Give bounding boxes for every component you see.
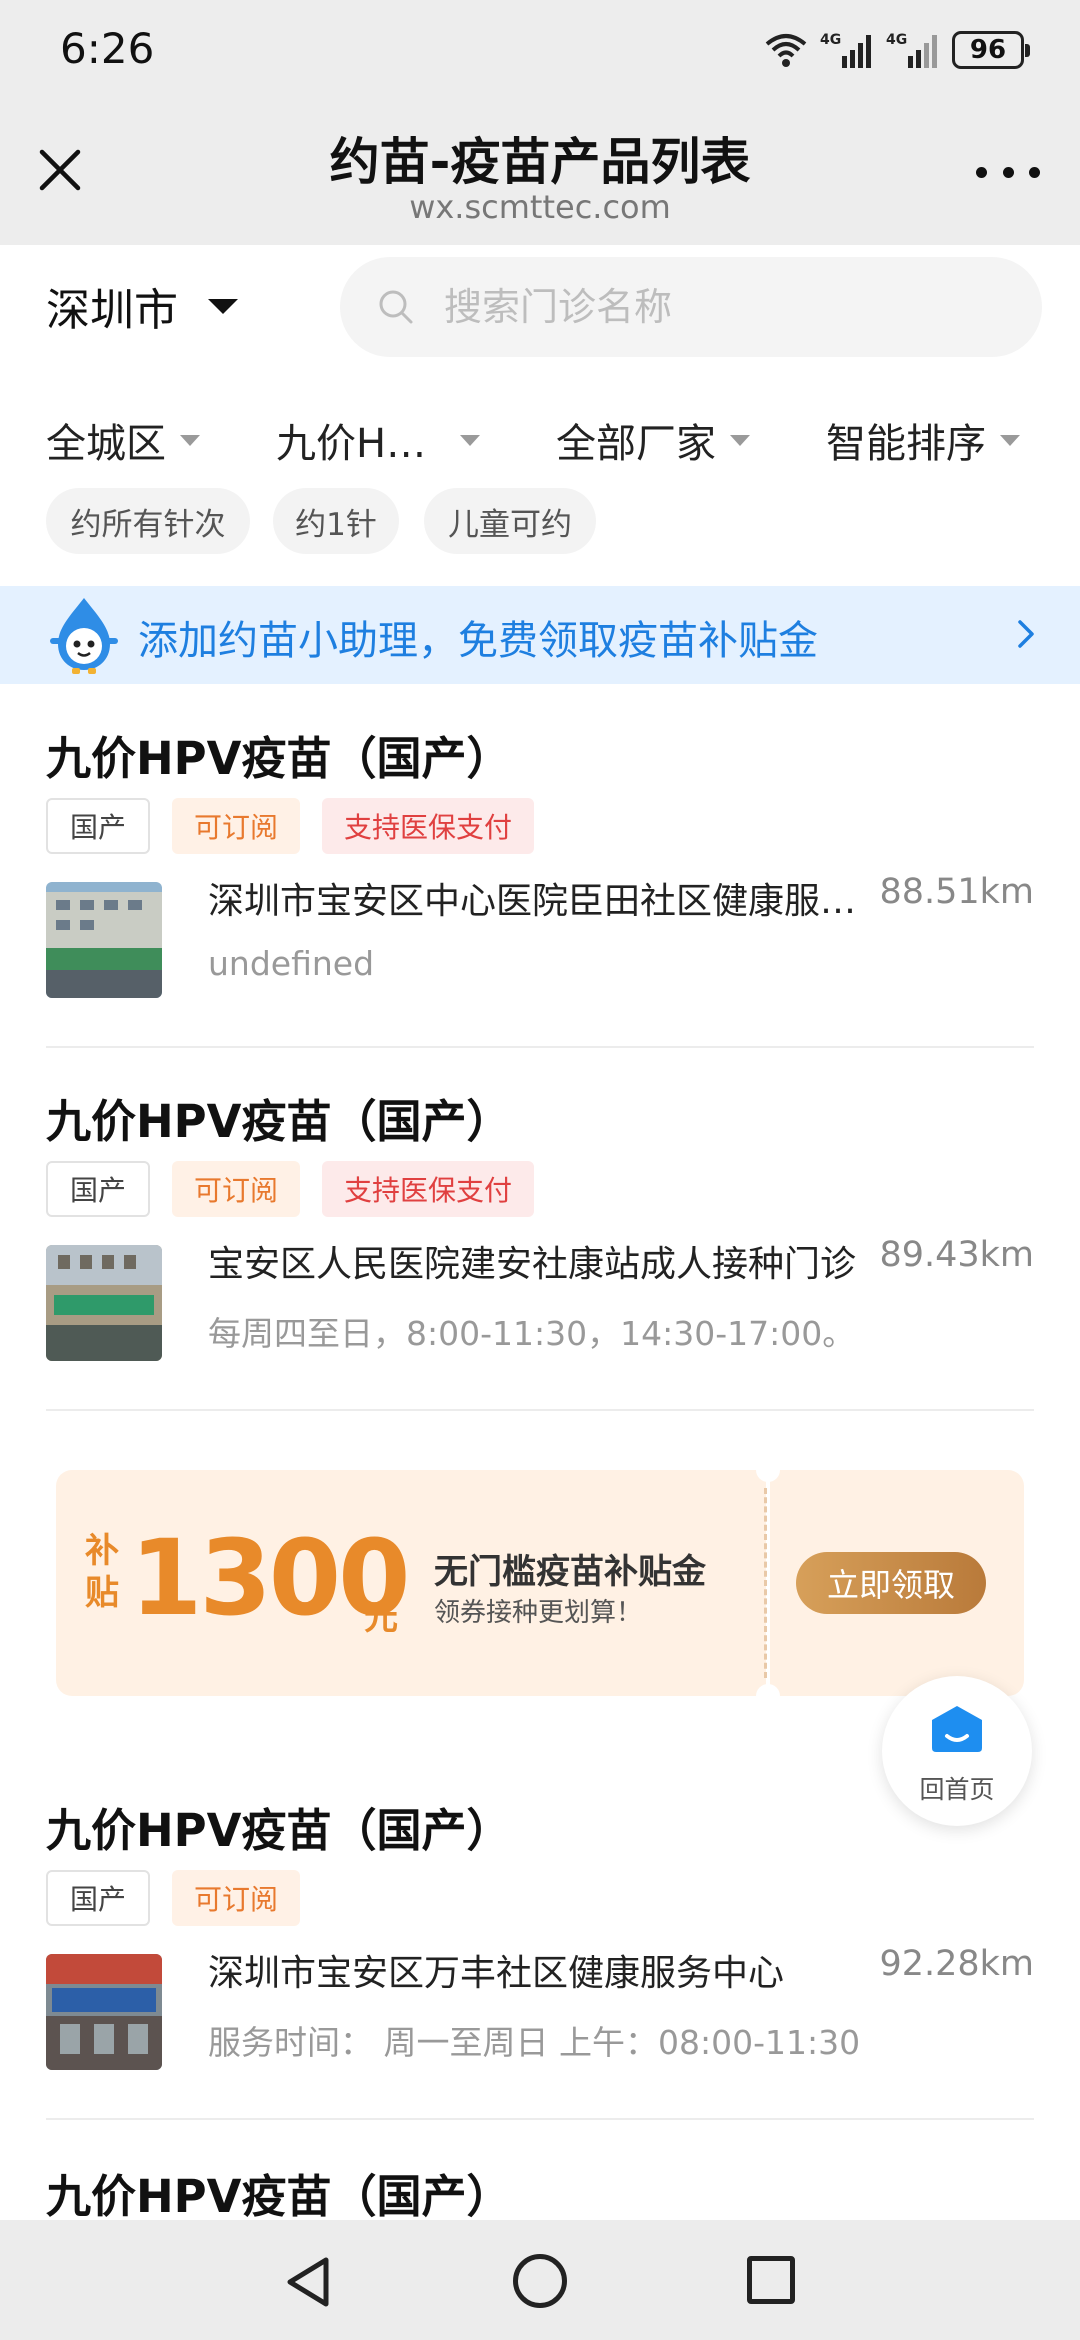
clinic-name: 宝安区人民医院建安社康站成人接种门诊 [208, 1244, 857, 1285]
clinic-hours: 每周四至日，8:00-11:30，14:30-17:00。 [208, 1314, 856, 1353]
status-bar: 6:26 4G 4G 96 [0, 0, 1080, 100]
clinic-distance: 92.28km [879, 1944, 1034, 1984]
coupon-title: 无门槛疫苗补贴金 [434, 1552, 706, 1592]
coupon-notch [756, 1458, 780, 1482]
filter-district[interactable]: 全城区 [46, 412, 200, 468]
vaccine-title: 九价HPV疫苗（国产） [46, 1095, 512, 1148]
mascot-icon [50, 598, 118, 674]
clinic-name: 深圳市宝安区万丰社区健康服务中心 [208, 1953, 785, 1994]
page-title: 约苗-疫苗产品列表 [329, 133, 751, 191]
chevron-right-icon [1018, 620, 1034, 648]
clinic-hours: undefined [208, 944, 375, 983]
vaccine-card[interactable]: 九价HPV疫苗（国产） 国产 可订阅 支持医保支付 深圳市宝安区中心医院臣田社区… [46, 722, 1034, 1022]
vaccine-title: 九价HPV疫苗（国产） [46, 732, 512, 785]
divider [46, 1046, 1034, 1048]
filter-sort[interactable]: 智能排序 [826, 412, 1020, 468]
title-bar: 约苗-疫苗产品列表 wx.scmttec.com [0, 100, 1080, 245]
assistant-banner-text: 添加约苗小助理，免费领取疫苗补贴金 [138, 618, 818, 664]
coupon-separator [764, 1488, 767, 1678]
tag-subscribable: 可订阅 [172, 1870, 301, 1926]
signal-4g-label: 4G [820, 32, 841, 48]
subsidy-coupon[interactable]: 补 贴 1300 元 无门槛疫苗补贴金 领券接种更划算！ 立即领取 [56, 1458, 1024, 1708]
tag-insurance: 支持医保支付 [322, 1161, 535, 1217]
clinic-thumbnail [46, 1245, 162, 1361]
tag-row: 国产 可订阅 [46, 1870, 301, 1926]
clinic-name: 深圳市宝安区中心医院臣田社区健康服务中心 [208, 881, 858, 922]
tag-domestic: 国产 [46, 1870, 151, 1926]
caret-down-icon [180, 434, 200, 446]
battery-icon: 96 [952, 31, 1030, 69]
caret-down-icon [730, 434, 750, 446]
clinic-hours: 服务时间： 周一至周日 上午：08:00-11:30 [208, 2023, 861, 2062]
coupon-subsidy-label: 补 贴 [82, 1530, 122, 1614]
home-icon [932, 1706, 982, 1752]
vaccine-title: 九价HPV疫苗（国产） [46, 1804, 512, 1857]
tag-row: 国产 可订阅 支持医保支付 [46, 1161, 535, 1217]
nav-recent-apps-icon[interactable] [747, 2256, 795, 2304]
more-dot-icon [1029, 166, 1040, 178]
more-dot-icon [1002, 166, 1014, 178]
tag-insurance: 支持医保支付 [322, 798, 535, 854]
tag-subscribable: 可订阅 [172, 1161, 301, 1217]
nav-home-icon[interactable] [513, 2254, 567, 2308]
status-icons: 4G 4G 96 [764, 28, 1030, 72]
city-selector[interactable]: 深圳市 [46, 276, 238, 336]
tag-domestic: 国产 [46, 1161, 151, 1217]
divider [46, 2118, 1034, 2120]
page-domain: wx.scmttec.com [409, 188, 671, 226]
system-nav-bar [0, 2220, 1080, 2340]
search-box[interactable] [340, 257, 1042, 357]
clinic-thumbnail [46, 1954, 162, 2070]
chip-one-dose[interactable]: 约1针 [273, 488, 399, 554]
chip-all-doses[interactable]: 约所有针次 [46, 488, 250, 554]
coupon-label-bottom: 贴 [85, 1573, 119, 1613]
tag-domestic: 国产 [46, 798, 151, 854]
chip-children[interactable]: 儿童可约 [424, 488, 596, 554]
coupon-unit: 元 [364, 1598, 398, 1638]
filter-manufacturer[interactable]: 全部厂家 [556, 412, 750, 468]
vaccine-card[interactable]: 九价HPV疫苗（国产） 国产 可订阅 支持医保支付 宝安区人民医院建安社康站成人… [46, 1085, 1034, 1385]
signal-icon-2: 4G [886, 32, 937, 68]
coupon-notch [756, 1684, 780, 1708]
wifi-icon [765, 34, 807, 67]
city-label: 深圳市 [46, 285, 178, 336]
vaccine-card[interactable]: 九价HPV疫苗（国产） [46, 2160, 1034, 2220]
caret-down-icon [460, 434, 481, 446]
caret-down-icon [208, 298, 238, 314]
clinic-distance: 88.51km [879, 872, 1034, 912]
coupon-label-top: 补 [85, 1531, 119, 1571]
divider [46, 1409, 1034, 1411]
caret-down-icon [1000, 434, 1020, 446]
status-time: 6:26 [60, 24, 155, 73]
vaccine-title: 九价HPV疫苗（国产） [46, 2170, 512, 2220]
search-icon [379, 290, 413, 324]
nav-back-icon[interactable] [282, 2254, 336, 2310]
assistant-banner[interactable]: 添加约苗小助理，免费领取疫苗补贴金 [0, 586, 1080, 684]
clinic-distance: 89.43km [879, 1235, 1034, 1275]
coupon-subtitle: 领券接种更划算！ [434, 1598, 643, 1628]
more-options-button[interactable] [976, 160, 1040, 184]
search-input[interactable] [444, 285, 1004, 329]
filter-district-label: 全城区 [46, 421, 166, 467]
signal-icon: 4G [820, 32, 871, 68]
signal-4g-label-2: 4G [886, 32, 907, 48]
filter-sort-label: 智能排序 [826, 421, 986, 467]
tag-subscribable: 可订阅 [172, 798, 301, 854]
filter-vaccine[interactable]: 九价H… [276, 412, 481, 468]
vaccine-card[interactable]: 九价HPV疫苗（国产） 国产 可订阅 深圳市宝安区万丰社区健康服务中心 92.2… [46, 1794, 1034, 2094]
more-dot-icon [976, 166, 987, 178]
claim-button[interactable]: 立即领取 [796, 1552, 986, 1614]
tag-row: 国产 可订阅 支持医保支付 [46, 798, 535, 854]
filter-vaccine-label: 九价H… [276, 421, 427, 467]
clinic-thumbnail [46, 882, 162, 998]
filter-manufacturer-label: 全部厂家 [556, 421, 716, 467]
